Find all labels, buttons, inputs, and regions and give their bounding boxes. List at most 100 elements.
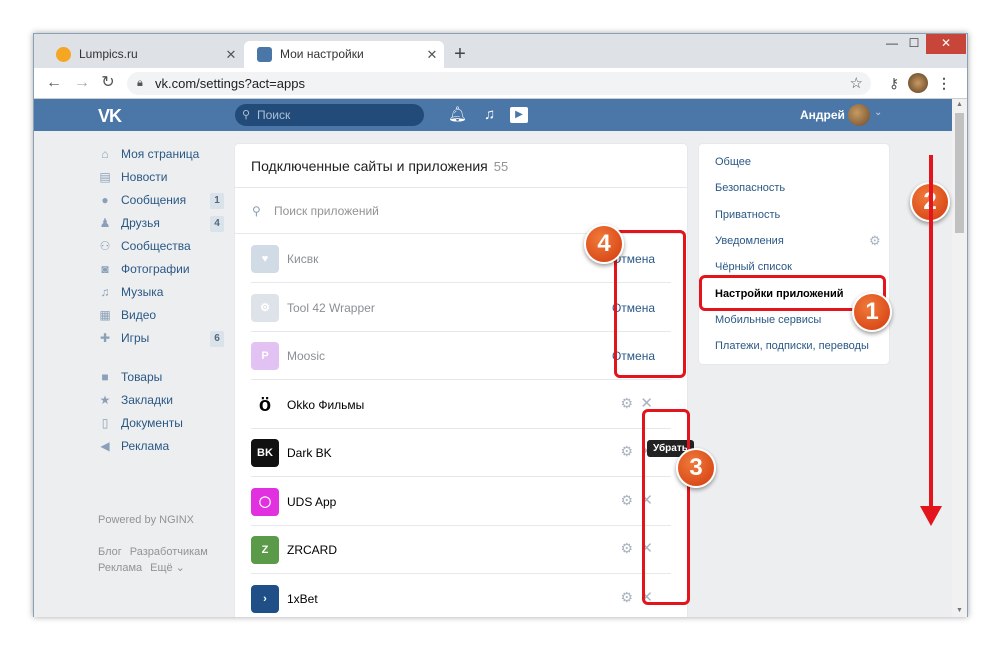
left-menu-item[interactable]: ✚ Игры 6 [98,327,224,350]
scroll-up-icon[interactable]: ▲ [952,99,967,111]
left-menu-item[interactable]: ◙ Фотографии [98,258,224,281]
documents-icon: ▯ [101,416,109,430]
star-icon[interactable]: ☆ [850,72,863,95]
tab-close-icon[interactable]: ✕ [219,41,243,68]
app-icon[interactable]: Z [251,536,279,564]
minimize-button[interactable]: — [882,34,902,54]
left-menu-item[interactable]: ♟ Друзья 4 [98,212,224,235]
bookmarks-icon: ★ [99,393,111,407]
footer-links-1: Блог Разработчикам [98,546,216,558]
app-name[interactable]: 1xBet [287,592,318,606]
games-icon: ✚ [99,331,111,345]
left-menu-item[interactable]: ◀ Реклама [98,435,224,458]
vk-favicon-icon [257,47,272,62]
app-icon[interactable]: P [251,342,279,370]
maximize-button[interactable]: ☐ [904,34,924,54]
app-icon[interactable]: ♥ [251,245,279,273]
reload-button[interactable]: ↻ [98,73,118,93]
back-button[interactable]: ← [44,73,64,93]
annotation-badge-1: 1 [852,292,892,332]
chevron-down-icon[interactable]: ⌄ [874,107,882,118]
forward-button[interactable]: → [72,73,92,93]
apps-search-input[interactable]: ⚲ Поиск приложений [235,187,687,234]
play-icon[interactable]: ▶ [510,107,528,123]
app-icon[interactable]: ö [251,390,279,419]
user-name[interactable]: Андрей [800,108,845,122]
footer-link-dev[interactable]: Разработчикам [130,546,208,558]
left-menu-label: Товары [121,370,163,384]
settings-menu-item[interactable]: Платежи, подписки, переводы [715,340,869,352]
app-icon[interactable]: ◯ [251,487,279,516]
app-name[interactable]: Okko Фильмы [287,398,364,412]
tab-close-icon[interactable]: ✕ [420,41,444,68]
gear-icon[interactable]: ⚙ [620,443,633,460]
left-menu-item[interactable]: ▦ Видео [98,304,224,327]
gear-icon[interactable]: ⚙ [869,233,881,249]
left-menu-item[interactable]: ♫ Музыка [98,281,224,304]
app-name[interactable]: Tool 42 Wrapper [287,301,375,315]
bell-icon[interactable]: 🔔︎ [448,106,467,124]
left-menu-item[interactable]: ■ Товары [98,366,224,389]
settings-menu-label: Платежи, подписки, переводы [715,340,869,353]
tab-title: Мои настройки [280,47,364,61]
scroll-down-icon[interactable]: ▼ [952,605,967,617]
vk-page: VK ⚲ Поиск 🔔︎ ♫ ▶ Андрей ⌄ ⌂ Моя страница… [34,99,952,617]
apps-search-placeholder: Поиск приложений [274,204,379,218]
annotation-badge-4: 4 [584,224,624,264]
search-icon: ⚲ [242,109,251,121]
window-close-button[interactable]: ✕ [926,34,966,54]
scrollbar-thumb[interactable] [955,113,964,233]
footer-link-blog[interactable]: Блог [98,546,122,558]
footer-link-more[interactable]: Ещё ⌄ [150,562,185,574]
left-menu-item[interactable]: ⌂ Моя страница [98,143,224,166]
vk-search-input[interactable]: ⚲ Поиск [235,104,424,126]
cancel-highlight [614,230,686,378]
settings-menu-item[interactable]: Уведомления ⚙ [715,233,881,248]
new-tab-button[interactable]: + [449,43,471,65]
vk-header: VK ⚲ Поиск 🔔︎ ♫ ▶ Андрей ⌄ [34,99,952,131]
app-name[interactable]: ZRCARD [287,543,337,557]
app-name[interactable]: Dark BK [287,446,332,460]
music-note-icon[interactable]: ♫ [484,106,495,124]
user-avatar[interactable] [848,104,870,126]
left-menu-item[interactable]: ▯ Документы [98,412,224,435]
vk-logo[interactable]: VK [98,106,122,127]
apps-count: 55 [493,159,509,174]
settings-menu-item[interactable]: Общее [715,156,751,168]
app-icon[interactable]: ⚙ [251,293,279,322]
footer-link-ads[interactable]: Реклама [98,562,142,574]
tab-settings[interactable]: Мои настройки ✕ [244,41,444,68]
app-icon[interactable]: › [251,584,279,613]
settings-menu-item[interactable]: Приватность [715,209,780,221]
lumpics-favicon-icon [56,47,71,62]
left-menu-item[interactable]: ★ Закладки [98,389,224,412]
scrollbar[interactable]: ▲ ▼ [952,99,967,617]
gear-icon[interactable]: ⚙ [620,492,633,509]
app-row: BKDark BK⚙✕ [251,429,671,477]
gear-icon[interactable]: ⚙ [620,540,633,557]
settings-menu-item[interactable]: Безопасность [715,182,785,194]
app-row: ◯ UDS App ⚙ ✕ [251,478,671,526]
settings-menu-label: Приватность [715,208,781,221]
app-name[interactable]: UDS App [287,495,336,509]
gear-icon[interactable]: ⚙ [620,589,633,606]
powered-by[interactable]: Powered by NGINX [98,514,194,526]
menu-icon[interactable]: ⋮ [934,73,954,93]
app-row: ö Okko Фильмы ⚙ ✕ [251,381,671,429]
news-icon: ▤ [99,170,111,184]
app-name[interactable]: Кисвк [287,252,318,266]
tab-lumpics[interactable]: Lumpics.ru ✕ [43,41,243,68]
left-menu-item[interactable]: ⚇ Сообщества [98,235,224,258]
settings-menu-label: Уведомления [715,234,784,247]
vk-search-placeholder: Поиск [257,108,291,122]
settings-menu-item[interactable]: Мобильные сервисы [715,314,821,326]
key-icon[interactable]: ⚷ [884,73,904,93]
app-name[interactable]: Moosic [287,349,325,363]
app-icon[interactable]: BK [251,439,279,467]
avatar-icon[interactable] [908,73,928,93]
address-bar[interactable]: 🔒︎ vk.com/settings?act=apps ☆ [127,72,871,95]
gear-icon[interactable]: ⚙ [620,395,633,412]
settings-menu-item[interactable]: Чёрный список [715,261,792,273]
left-menu-item[interactable]: ● Сообщения 1 [98,189,224,212]
left-menu-item[interactable]: ▤ Новости [98,166,224,189]
